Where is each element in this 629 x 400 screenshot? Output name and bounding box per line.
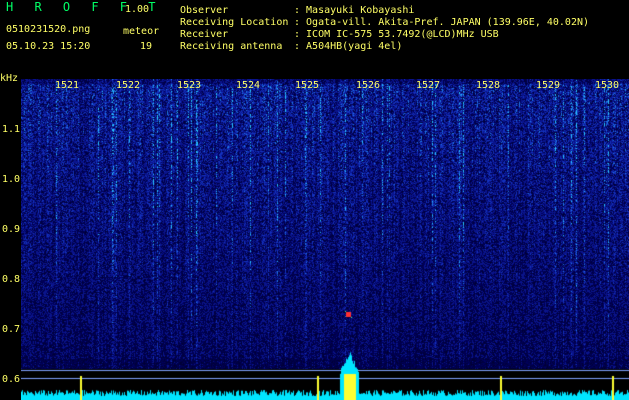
app-version: 1.00 [125, 4, 150, 15]
antenna-value: : A504HB(yagi 4el) [294, 41, 403, 52]
file-datetime: 05.10.23 15:20 [6, 41, 91, 52]
y-tick: 0.6 [1, 374, 20, 385]
x-tick: 1521 [55, 80, 80, 91]
antenna-label: Receiving antenna [180, 41, 283, 52]
spectrogram [21, 79, 629, 400]
y-tick: 0.9 [1, 224, 20, 235]
x-tick: 1523 [177, 80, 202, 91]
x-tick: 1530 [595, 80, 620, 91]
meteor-count: 19 [140, 41, 153, 52]
hroft-window: H R O F F T 1.00 0510231520.png meteor 0… [0, 0, 629, 400]
y-tick: 1.0 [1, 174, 20, 185]
file-name: 0510231520.png [6, 24, 91, 35]
x-tick: 1526 [356, 80, 381, 91]
x-tick: 1524 [236, 80, 261, 91]
x-tick: 1525 [295, 80, 320, 91]
x-tick: 1527 [416, 80, 441, 91]
y-tick: 0.8 [1, 274, 20, 285]
x-tick: 1528 [476, 80, 501, 91]
y-tick: 1.1 [1, 124, 20, 135]
y-axis-unit: kHz [0, 73, 19, 84]
location-value: : Ogata-vill. Akita-Pref. JAPAN (139.96E… [294, 17, 590, 28]
receiver-label: Receiver [180, 29, 229, 40]
meteor-label: meteor [123, 26, 160, 37]
observer-value: : Masayuki Kobayashi [294, 5, 415, 16]
receiver-value: : ICOM IC-575 53.7492(@LCD)MHz USB [294, 29, 499, 40]
observer-label: Observer [180, 5, 229, 16]
location-label: Receiving Location [180, 17, 289, 28]
y-tick: 0.7 [1, 324, 20, 335]
x-tick: 1522 [116, 80, 141, 91]
x-tick: 1529 [536, 80, 561, 91]
